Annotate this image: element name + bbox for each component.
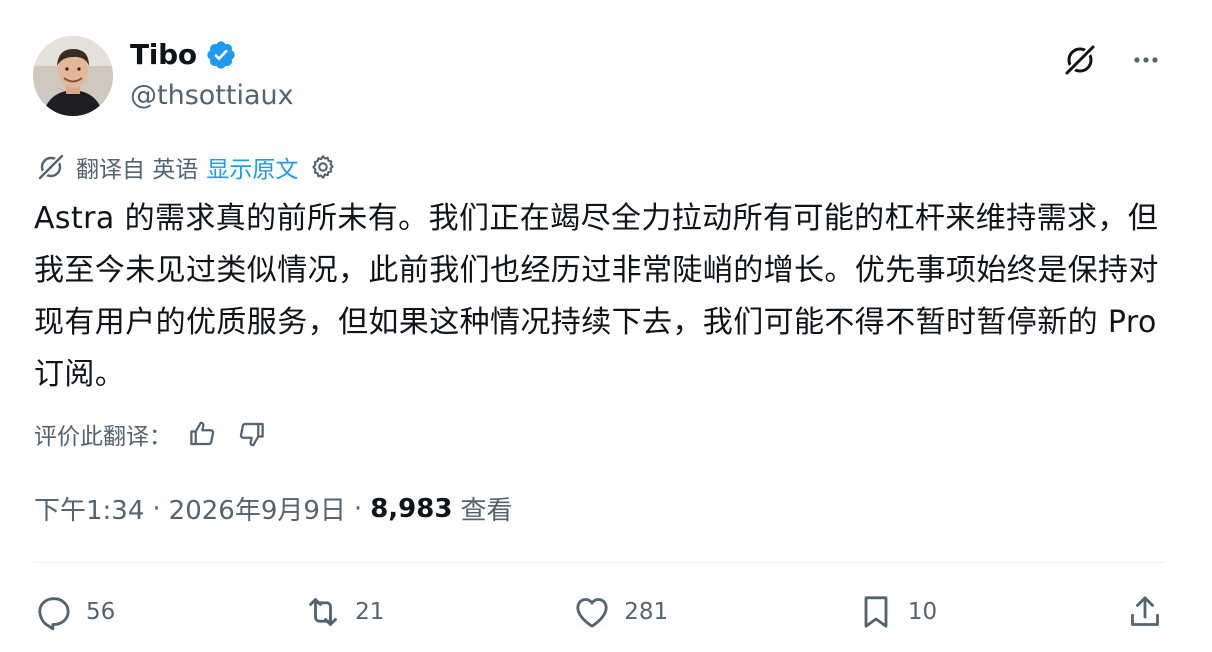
- gear-icon[interactable]: [306, 150, 340, 184]
- avatar-image: [33, 36, 113, 116]
- meta-separator: ·: [152, 493, 161, 524]
- repost-count: 21: [355, 599, 385, 625]
- tweet-meta: 下午1:34 · 2026年9月9日 · 8,983 查看: [34, 490, 512, 527]
- rate-translation-row: 评价此翻译：: [34, 414, 272, 454]
- more-icon[interactable]: [1126, 40, 1166, 80]
- reply-count: 56: [86, 599, 116, 625]
- bookmark-button[interactable]: 10: [856, 592, 937, 632]
- verified-badge-icon[interactable]: [205, 39, 237, 71]
- translate-icon: [34, 150, 68, 184]
- divider: [34, 562, 1165, 563]
- thumbs-down-icon[interactable]: [232, 414, 272, 454]
- reply-button[interactable]: 56: [34, 592, 115, 632]
- share-button[interactable]: [1125, 592, 1165, 632]
- author-display-name[interactable]: Tibo: [130, 38, 197, 71]
- header-actions: [1060, 40, 1166, 80]
- meta-separator: ·: [353, 493, 363, 524]
- share-icon: [1131, 596, 1159, 626]
- translation-bar: 翻译自 英语 显示原文: [34, 150, 340, 184]
- repost-icon: [309, 598, 338, 626]
- avatar[interactable]: [33, 36, 113, 116]
- thumbs-up-icon[interactable]: [182, 414, 222, 454]
- grok-icon[interactable]: [1060, 40, 1100, 80]
- reply-icon: [38, 597, 70, 631]
- repost-button[interactable]: 21: [303, 592, 384, 632]
- author-name-row[interactable]: Tibo: [130, 38, 237, 71]
- action-bar: 56 21 281 10: [34, 588, 1165, 636]
- rate-translation-label: 评价此翻译：: [34, 424, 172, 450]
- views-label: 查看: [460, 496, 513, 526]
- tweet-time[interactable]: 下午1:34: [34, 490, 144, 527]
- translated-from-label: 翻译自 英语: [76, 157, 199, 183]
- tweet-text: Astra 的需求真的前所未有。我们正在竭尽全力拉动所有可能的杠杆来维持需求，但…: [34, 201, 1159, 392]
- views-count: 8,983: [370, 493, 453, 524]
- show-original-link[interactable]: 显示原文: [206, 150, 298, 184]
- tweet-date[interactable]: 2026年9月9日: [169, 490, 346, 527]
- heart-icon: [576, 598, 608, 628]
- bookmark-count: 10: [907, 599, 938, 625]
- like-count: 281: [624, 599, 669, 625]
- bookmark-icon: [864, 596, 888, 628]
- like-button[interactable]: 281: [572, 592, 668, 632]
- author-handle[interactable]: @thsottiaux: [130, 80, 294, 111]
- tweet-card: Tibo @thsottiaux 翻译自 英语 显示原文 Astra 的需求真的…: [0, 0, 1212, 652]
